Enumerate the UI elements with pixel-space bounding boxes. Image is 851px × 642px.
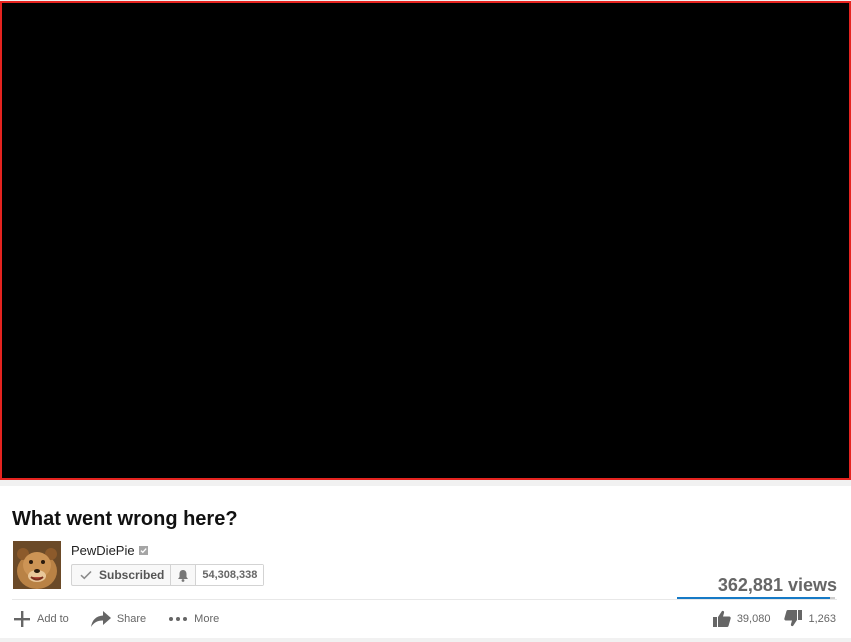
- video-title: What went wrong here?: [12, 508, 238, 530]
- rating-controls: 39,080 1,263: [712, 610, 836, 627]
- channel-avatar[interactable]: [13, 541, 61, 589]
- add-to-button[interactable]: Add to: [13, 610, 69, 628]
- check-icon: [80, 570, 92, 580]
- share-button[interactable]: Share: [90, 611, 147, 627]
- more-dots-icon: [169, 617, 188, 621]
- thumbs-down-icon: [784, 610, 803, 627]
- bell-icon: [178, 569, 189, 582]
- panel-bottom-border: [0, 638, 851, 642]
- more-button[interactable]: More: [168, 613, 219, 625]
- add-to-label: Add to: [37, 613, 69, 625]
- video-info-panel: What went wrong here? PewDiePie Subscrib…: [0, 486, 851, 642]
- more-label: More: [194, 613, 220, 625]
- video-player[interactable]: [0, 1, 851, 480]
- verified-icon: [138, 546, 148, 556]
- subscribe-group: Subscribed 54,308,338: [71, 564, 265, 586]
- subscriber-count: 54,308,338: [195, 565, 264, 585]
- plus-icon: [14, 611, 30, 627]
- share-label: Share: [116, 613, 147, 625]
- dislike-button[interactable]: 1,263: [784, 610, 836, 627]
- notification-bell-button[interactable]: [170, 565, 195, 585]
- like-button[interactable]: 39,080: [712, 610, 771, 627]
- action-bar: Add to Share More: [13, 610, 241, 628]
- thumbs-up-icon: [712, 610, 731, 627]
- channel-name-link[interactable]: PewDiePie: [71, 543, 148, 558]
- like-count: 39,080: [736, 612, 771, 625]
- divider: [12, 599, 837, 600]
- subscribe-label: Subscribed: [99, 568, 165, 582]
- share-icon: [90, 611, 111, 627]
- view-count: 362,881 views: [717, 575, 837, 595]
- channel-name: PewDiePie: [71, 543, 135, 558]
- dislike-count: 1,263: [808, 612, 836, 625]
- subscribed-button[interactable]: Subscribed: [72, 565, 170, 585]
